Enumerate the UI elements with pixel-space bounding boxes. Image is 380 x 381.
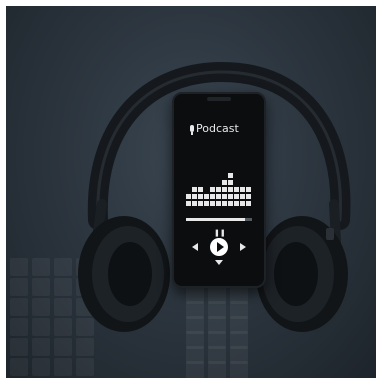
play-button[interactable] [210, 238, 228, 256]
equalizer-bar [222, 187, 227, 192]
equalizer-bar [204, 201, 209, 206]
photo-scene: Podcast ❚❚ [6, 6, 376, 378]
progress-bar[interactable] [186, 218, 252, 221]
equalizer-bar [222, 194, 227, 199]
pause-icon[interactable]: ❚❚ [214, 230, 226, 237]
equalizer-bar [240, 187, 245, 192]
podcast-title: Podcast [190, 122, 239, 135]
equalizer-bar [222, 201, 227, 206]
equalizer-graphic [186, 173, 251, 206]
equalizer-bar [198, 194, 203, 199]
equalizer-bar [216, 187, 221, 192]
podcast-title-text: Podcast [196, 122, 239, 135]
equalizer-bar [198, 201, 203, 206]
equalizer-bar [228, 187, 233, 192]
next-icon[interactable] [240, 243, 246, 251]
equalizer-bar [234, 187, 239, 192]
equalizer-bar [222, 180, 227, 185]
previous-icon[interactable] [192, 243, 198, 251]
equalizer-bar [186, 194, 191, 199]
equalizer-bar [228, 194, 233, 199]
smartphone: Podcast ❚❚ [172, 92, 266, 288]
equalizer-bar [240, 201, 245, 206]
equalizer-bar [228, 180, 233, 185]
phone-speaker [207, 97, 231, 101]
chevron-down-icon[interactable] [215, 260, 223, 265]
equalizer-bar [192, 194, 197, 199]
equalizer-bar [210, 194, 215, 199]
equalizer-bar [210, 187, 215, 192]
microphone-icon [190, 125, 194, 135]
playback-controls: ❚❚ [188, 230, 250, 266]
equalizer-bar [234, 194, 239, 199]
equalizer-bar [216, 194, 221, 199]
equalizer-bar [228, 173, 233, 178]
equalizer-bar [246, 187, 251, 192]
equalizer-bar [198, 187, 203, 192]
equalizer-bar [234, 201, 239, 206]
equalizer-bar [186, 201, 191, 206]
progress-fill [186, 218, 246, 221]
equalizer-bar [246, 201, 251, 206]
equalizer-bar [192, 187, 197, 192]
equalizer-bar [216, 201, 221, 206]
equalizer-bar [240, 194, 245, 199]
equalizer-bar [210, 201, 215, 206]
equalizer-bar [228, 201, 233, 206]
equalizer-bar [192, 201, 197, 206]
equalizer-bar [246, 194, 251, 199]
equalizer-bar [204, 194, 209, 199]
